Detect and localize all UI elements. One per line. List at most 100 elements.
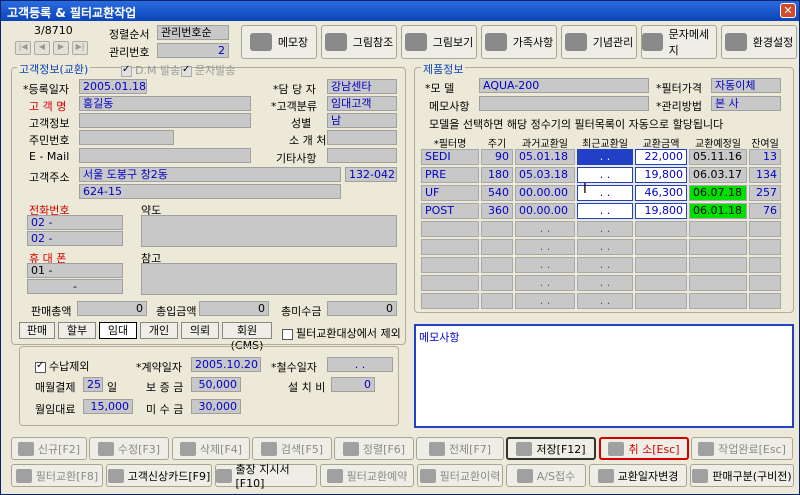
amount-cell[interactable]: 19,800 (635, 167, 687, 183)
due-date-cell[interactable]: 06.01.18 (689, 203, 747, 219)
tab-request[interactable]: 의뢰 (181, 322, 219, 339)
past-date-cell[interactable]: . . (515, 221, 575, 237)
mobile-field-2[interactable]: - (27, 279, 123, 294)
email-field[interactable] (79, 148, 251, 163)
past-date-cell[interactable]: 00.00.00 (515, 203, 575, 219)
cycle-cell[interactable]: 540 (481, 185, 513, 201)
due-date-cell[interactable]: 06.03.17 (689, 167, 747, 183)
amount-cell[interactable] (635, 275, 687, 291)
past-date-cell[interactable]: 05.01.18 (515, 149, 575, 165)
new-button[interactable]: 신규[F2] (11, 437, 87, 460)
remain-cell[interactable]: 13 (749, 149, 781, 165)
contract-date-field[interactable]: 2005.10.20 (191, 357, 261, 372)
filter-price-field[interactable]: 자동이체 (711, 78, 781, 93)
model-field[interactable]: AQUA-200 (479, 78, 649, 93)
recent-date-cell[interactable]: . . (577, 239, 633, 255)
cycle-cell[interactable] (481, 257, 513, 273)
address-line1[interactable]: 서울 도봉구 창2동 (79, 167, 341, 182)
manage-method-field[interactable]: 본 사 (711, 96, 781, 111)
sort-button[interactable]: 정렬[F6] (334, 437, 414, 460)
sort-select[interactable]: 관리번호순 (157, 25, 229, 40)
due-date-cell[interactable]: 05.11.16 (689, 149, 747, 165)
cycle-cell[interactable]: 90 (481, 149, 513, 165)
customer-card-button[interactable]: 고객신상카드[F9] (106, 464, 212, 487)
remain-cell[interactable] (749, 275, 781, 291)
remain-cell[interactable] (749, 293, 781, 309)
amount-cell[interactable] (635, 257, 687, 273)
filter-exclude-checkbox[interactable]: 필터교환대상에서 제외 (282, 325, 401, 341)
first-record-icon[interactable]: |◀ (15, 41, 31, 55)
due-date-cell[interactable] (689, 221, 747, 237)
filter-name-cell[interactable]: UF (421, 185, 479, 201)
recent-date-cell[interactable]: . . (577, 293, 633, 309)
note-field[interactable] (141, 263, 397, 295)
phone-field-2[interactable]: 02 - (27, 231, 123, 246)
picture-view-button[interactable]: 그림보기 (401, 25, 477, 59)
prev-record-icon[interactable]: ◀ (34, 41, 50, 55)
filter-exchange-button[interactable]: 필터교환[F8] (11, 464, 103, 487)
amount-cell[interactable]: 46,300 (635, 185, 687, 201)
sms-button[interactable]: 문자메세지 (641, 25, 717, 59)
info-field[interactable] (79, 113, 251, 128)
zip-field[interactable]: 132-042 (345, 167, 397, 182)
settings-button[interactable]: 환경설정 (721, 25, 797, 59)
amount-cell[interactable] (635, 293, 687, 309)
remain-cell[interactable] (749, 239, 781, 255)
cycle-cell[interactable]: 180 (481, 167, 513, 183)
ssn-field[interactable] (79, 130, 174, 145)
filter-name-cell[interactable]: SEDI (421, 149, 479, 165)
as-receipt-button[interactable]: A/S접수 (506, 464, 586, 487)
product-memo-field[interactable] (479, 96, 649, 111)
remain-cell[interactable]: 257 (749, 185, 781, 201)
past-date-cell[interactable]: . . (515, 239, 575, 255)
filter-reserve-button[interactable]: 필터교환예약 (320, 464, 414, 487)
recent-date-cell[interactable]: . . (577, 257, 633, 273)
next-record-icon[interactable]: ▶ (53, 41, 69, 55)
filter-name-cell[interactable] (421, 293, 479, 309)
remain-cell[interactable] (749, 257, 781, 273)
monthly-settle-field[interactable]: 25 (83, 377, 103, 392)
mobile-field-1[interactable]: 01 - (27, 263, 123, 278)
remain-cell[interactable] (749, 221, 781, 237)
other-field[interactable] (327, 148, 397, 163)
address-line2[interactable]: 624-15 (79, 184, 341, 199)
past-date-cell[interactable]: 00.00.00 (515, 185, 575, 201)
removal-date-field[interactable]: . . (327, 357, 393, 372)
filter-history-button[interactable]: 필터교환이력 (417, 464, 503, 487)
memo-area[interactable]: 메모사항 (414, 324, 794, 428)
recent-date-cell[interactable]: . . (577, 221, 633, 237)
change-date-button[interactable]: 교환일자변경 (589, 464, 687, 487)
cycle-cell[interactable] (481, 275, 513, 291)
edit-button[interactable]: 수정[F3] (89, 437, 169, 460)
filter-name-cell[interactable]: POST (421, 203, 479, 219)
due-date-cell[interactable] (689, 293, 747, 309)
close-icon[interactable]: ✕ (780, 3, 796, 18)
contract-unpaid-field[interactable]: 30,000 (191, 399, 241, 414)
monthly-rent-field[interactable]: 15,000 (83, 399, 133, 414)
all-button[interactable]: 전체[F7] (416, 437, 504, 460)
past-date-cell[interactable]: . . (515, 293, 575, 309)
cycle-cell[interactable] (481, 239, 513, 255)
recent-date-cell[interactable]: . . (577, 167, 633, 183)
save-button[interactable]: 저장[F12] (506, 437, 596, 460)
sale-type-button[interactable]: 판매구분(구비전) (690, 464, 794, 487)
past-date-cell[interactable]: . . (515, 275, 575, 291)
tab-personal[interactable]: 개인 (140, 322, 178, 339)
cancel-button[interactable]: 취 소[Esc] (599, 437, 689, 460)
due-date-cell[interactable] (689, 257, 747, 273)
cycle-cell[interactable] (481, 221, 513, 237)
amount-cell[interactable]: 22,000 (635, 149, 687, 165)
due-date-cell[interactable] (689, 239, 747, 255)
tab-member-cms[interactable]: 회원(CMS) (222, 322, 272, 352)
name-field[interactable]: 홍길동 (79, 96, 251, 111)
mgmt-number[interactable]: 2 (157, 43, 229, 58)
filter-name-cell[interactable] (421, 257, 479, 273)
filter-name-cell[interactable] (421, 221, 479, 237)
remain-cell[interactable]: 134 (749, 167, 781, 183)
amount-cell[interactable] (635, 221, 687, 237)
last-record-icon[interactable]: ▶| (72, 41, 88, 55)
staff-field[interactable]: 강남센타 (327, 79, 397, 94)
anniversary-button[interactable]: 기념관리 (561, 25, 637, 59)
sms-checkbox[interactable]: 문자발송 (181, 62, 235, 78)
complete-button[interactable]: 작업완료[Esc] (691, 437, 793, 460)
